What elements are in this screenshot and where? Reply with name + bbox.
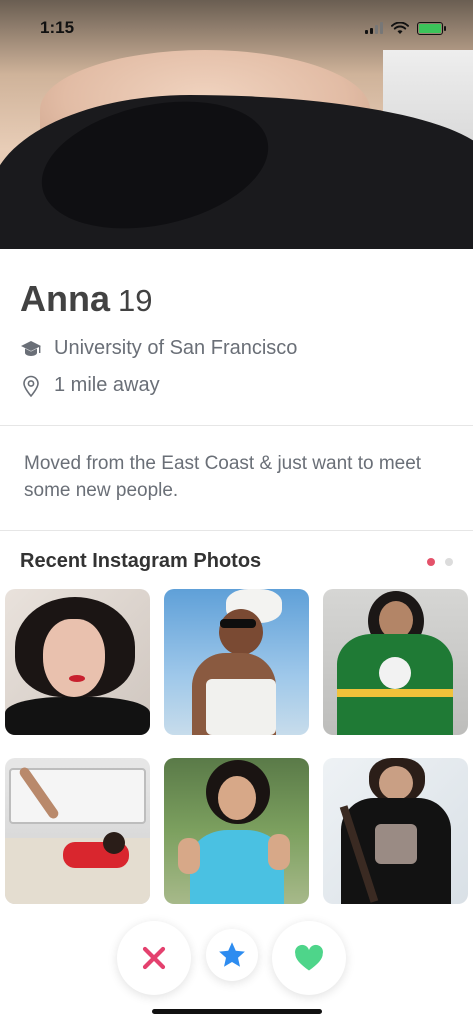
profile-school: University of San Francisco — [54, 337, 298, 359]
page-dot-active[interactable] — [427, 558, 435, 566]
instagram-section-title: Recent Instagram Photos — [20, 550, 262, 572]
battery-icon — [417, 21, 446, 35]
star-icon — [219, 942, 245, 967]
instagram-photo[interactable] — [323, 758, 468, 904]
profile-age: 19 — [118, 283, 153, 318]
battery-fill — [419, 23, 441, 33]
profile-bio: Moved from the East Coast & just want to… — [24, 453, 422, 501]
instagram-photo[interactable] — [164, 589, 309, 735]
profile-school-row: University of San Francisco — [20, 337, 297, 360]
graduation-cap-icon — [20, 338, 42, 360]
super-like-button[interactable] — [206, 929, 258, 981]
instagram-photo[interactable] — [5, 758, 150, 904]
status-time: 1:15 — [40, 18, 75, 37]
status-icons — [365, 21, 446, 35]
location-pin-icon — [20, 375, 42, 397]
profile-name: Anna — [20, 278, 110, 319]
instagram-page-dots[interactable] — [427, 558, 453, 566]
instagram-photo[interactable] — [164, 758, 309, 904]
close-icon — [142, 946, 166, 970]
profile-name-row: Anna 19 — [20, 278, 152, 320]
home-indicator[interactable] — [152, 1009, 322, 1014]
section-divider — [0, 425, 473, 426]
section-divider — [0, 530, 473, 531]
profile-distance-row: 1 mile away — [20, 374, 160, 397]
status-bar: 1:15 — [0, 0, 473, 56]
instagram-photo[interactable] — [5, 589, 150, 735]
nope-button[interactable] — [117, 921, 191, 995]
profile-distance: 1 mile away — [54, 374, 160, 396]
cellular-signal-icon — [365, 22, 383, 34]
instagram-photo[interactable] — [323, 589, 468, 735]
like-button[interactable] — [272, 921, 346, 995]
action-bar — [0, 905, 473, 995]
instagram-photo-grid — [5, 589, 468, 904]
wifi-icon — [391, 21, 409, 34]
heart-icon — [295, 944, 323, 971]
page-dot[interactable] — [445, 558, 453, 566]
